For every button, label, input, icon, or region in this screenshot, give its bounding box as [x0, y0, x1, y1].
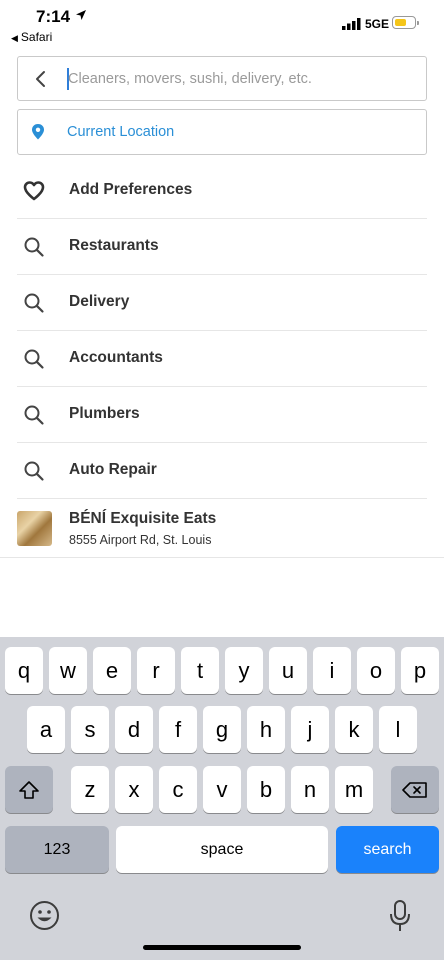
back-app-label: Safari [20, 30, 53, 44]
list-item-auto-repair[interactable]: Auto Repair [17, 443, 427, 499]
search-icon [24, 237, 44, 257]
heart-icon [23, 181, 45, 201]
key-k[interactable]: k [335, 706, 373, 753]
location-field[interactable]: Current Location [17, 109, 427, 155]
key-o[interactable]: o [357, 647, 395, 694]
search-input[interactable] [68, 65, 408, 93]
location-pin-icon [32, 124, 44, 140]
key-v[interactable]: v [203, 766, 241, 813]
location-arrow-icon [76, 10, 86, 20]
key-g[interactable]: g [203, 706, 241, 753]
keyboard: q w e r t y u i o p a s d f g h j k l z … [0, 637, 444, 960]
back-triangle-icon: ◀ [11, 33, 18, 43]
key-d[interactable]: d [115, 706, 153, 753]
shift-key[interactable] [5, 766, 53, 813]
key-t[interactable]: t [181, 647, 219, 694]
business-address: 8555 Airport Rd, St. Louis [69, 533, 212, 547]
delete-key[interactable] [391, 766, 439, 813]
key-h[interactable]: h [247, 706, 285, 753]
list-item-label: Plumbers [69, 405, 140, 422]
back-chevron-icon[interactable] [30, 68, 52, 90]
search-key[interactable]: search [336, 826, 439, 873]
business-thumbnail [17, 511, 52, 546]
numbers-key[interactable]: 123 [5, 826, 109, 873]
network-type: 5GE [365, 17, 390, 31]
shift-icon [19, 780, 39, 799]
key-p[interactable]: p [401, 647, 439, 694]
list-item-label: Auto Repair [69, 461, 157, 478]
business-name: BÉNÍ Exquisite Eats [69, 510, 217, 527]
search-icon [24, 461, 44, 481]
key-f[interactable]: f [159, 706, 197, 753]
list-item-label: Add Preferences [69, 181, 193, 198]
emoji-icon[interactable] [29, 900, 60, 931]
key-z[interactable]: z [71, 766, 109, 813]
suggestion-list: Add Preferences Restaurants Delivery Acc… [0, 163, 444, 499]
search-bar [17, 56, 427, 101]
key-a[interactable]: a [27, 706, 65, 753]
key-b[interactable]: b [247, 766, 285, 813]
list-item-delivery[interactable]: Delivery [17, 275, 427, 331]
list-item-plumbers[interactable]: Plumbers [17, 387, 427, 443]
key-l[interactable]: l [379, 706, 417, 753]
back-to-app-link[interactable]: ◀ Safari [11, 30, 52, 44]
list-item-restaurants[interactable]: Restaurants [17, 219, 427, 275]
battery-icon [392, 16, 419, 29]
key-r[interactable]: r [137, 647, 175, 694]
key-w[interactable]: w [49, 647, 87, 694]
key-x[interactable]: x [115, 766, 153, 813]
key-u[interactable]: u [269, 647, 307, 694]
list-item-label: Delivery [69, 293, 130, 310]
search-icon [24, 293, 44, 313]
status-time: 7:14 [36, 7, 71, 26]
key-j[interactable]: j [291, 706, 329, 753]
search-icon [24, 349, 44, 369]
list-item-label: Restaurants [69, 237, 159, 254]
key-s[interactable]: s [71, 706, 109, 753]
key-y[interactable]: y [225, 647, 263, 694]
delete-icon [402, 781, 427, 798]
key-c[interactable]: c [159, 766, 197, 813]
key-e[interactable]: e [93, 647, 131, 694]
space-key[interactable]: space [116, 826, 328, 873]
list-item-accountants[interactable]: Accountants [17, 331, 427, 387]
signal-icon [342, 18, 361, 30]
home-indicator [143, 945, 301, 950]
location-label: Current Location [67, 124, 175, 140]
business-suggestion[interactable]: BÉNÍ Exquisite Eats 8555 Airport Rd, St.… [0, 499, 444, 558]
key-q[interactable]: q [5, 647, 43, 694]
microphone-icon[interactable] [388, 899, 412, 933]
key-n[interactable]: n [291, 766, 329, 813]
status-bar: 7:14 ◀ Safari 5GE [0, 0, 444, 46]
key-m[interactable]: m [335, 766, 373, 813]
list-item-add-preferences[interactable]: Add Preferences [17, 163, 427, 219]
key-i[interactable]: i [313, 647, 351, 694]
list-item-label: Accountants [69, 349, 163, 366]
search-icon [24, 405, 44, 425]
